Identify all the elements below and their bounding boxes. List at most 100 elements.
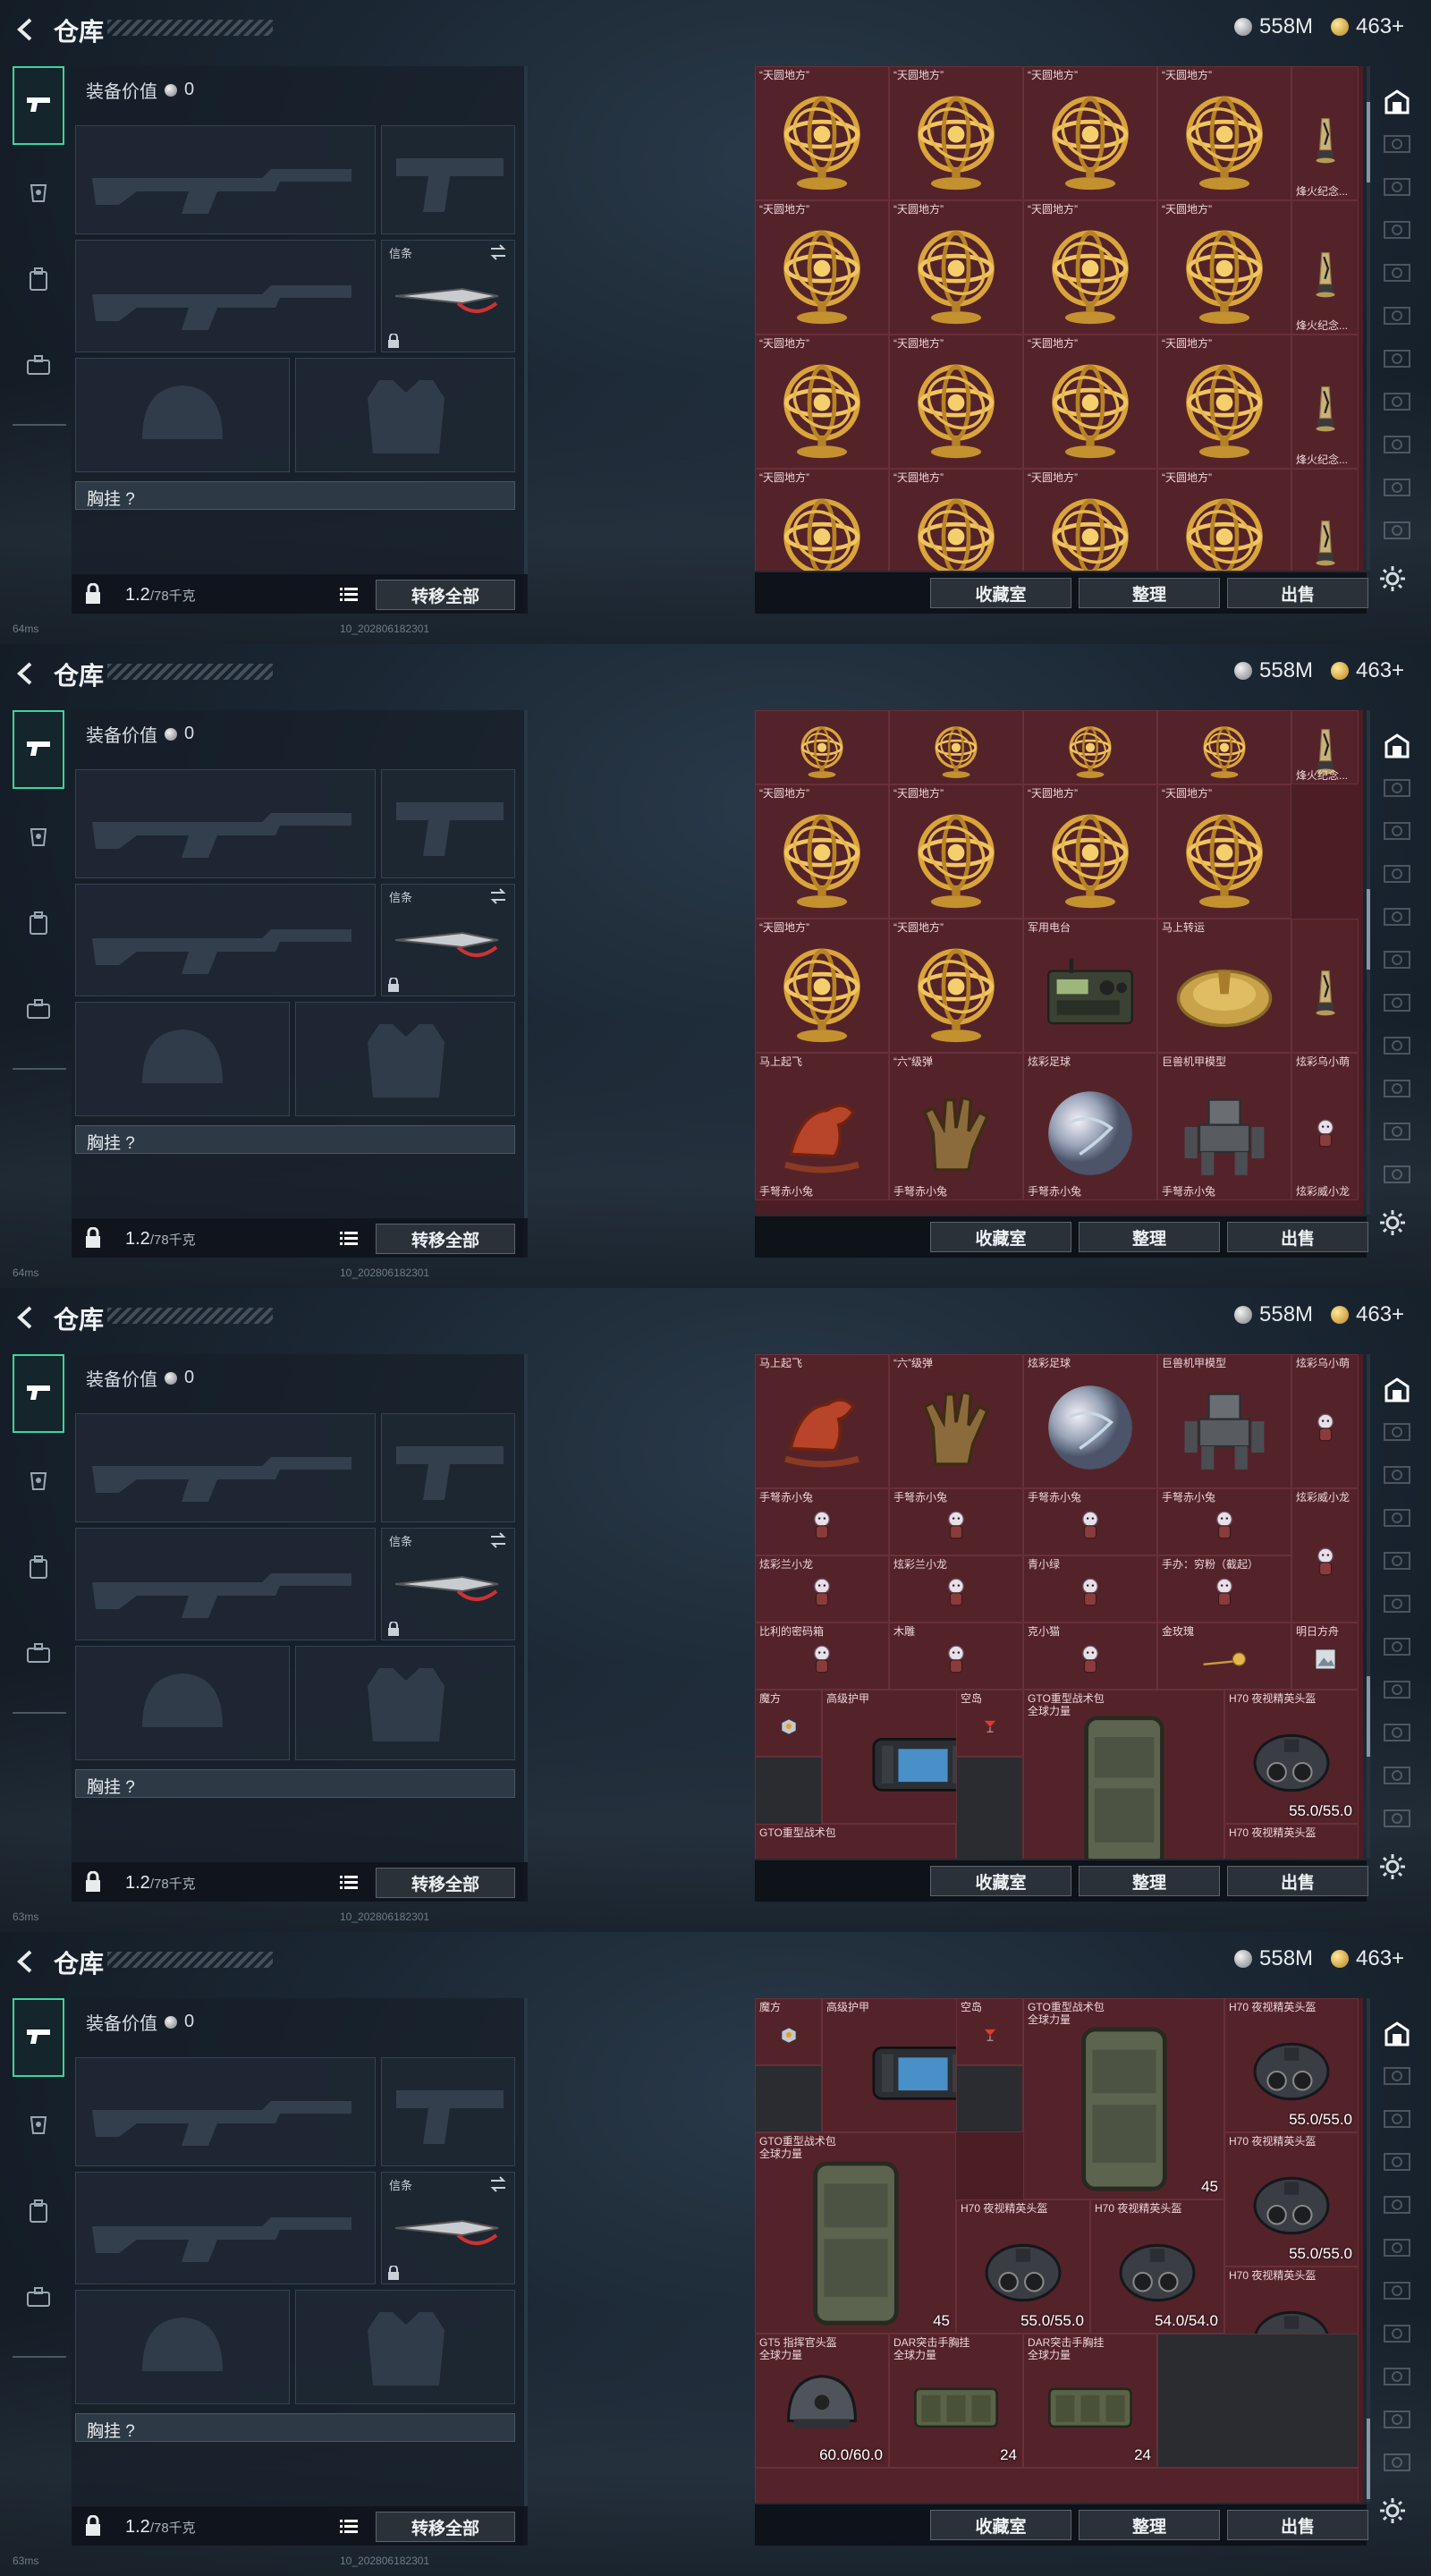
- storage-page-icon[interactable]: [1383, 1422, 1411, 1444]
- item-slot[interactable]: “天圆地方”: [755, 200, 889, 335]
- item-slot[interactable]: 炫彩威小龙: [1291, 1488, 1359, 1623]
- item-slot[interactable]: [755, 710, 889, 784]
- item-slot[interactable]: 马上起飞 手弩赤小兔: [755, 1052, 889, 1200]
- item-slot[interactable]: “天圆地方”: [1023, 335, 1157, 469]
- storage-page-icon[interactable]: [1383, 2152, 1411, 2174]
- storage-page-icon[interactable]: [1383, 1766, 1411, 1787]
- item-slot[interactable]: 木雕: [889, 1623, 1023, 1690]
- storage-page-icon[interactable]: [1383, 349, 1411, 370]
- item-slot[interactable]: GTO重型战术包 全球力量 45: [755, 2132, 956, 2334]
- storage-page-icon[interactable]: [1383, 1723, 1411, 1744]
- item-slot[interactable]: “天圆地方”: [1023, 784, 1157, 919]
- helmet-slot[interactable]: [75, 1646, 290, 1760]
- item-slot[interactable]: GT5 指挥官头盔 全球力量 60.0/60.0: [755, 2334, 889, 2468]
- item-slot[interactable]: 炫彩乌小萌: [1291, 1354, 1359, 1488]
- storage-page-icon[interactable]: [1383, 263, 1411, 284]
- body-armor-slot[interactable]: [295, 1002, 515, 1116]
- chest-rig-slot[interactable]: 胸挂 ?: [75, 2413, 515, 2442]
- item-slot[interactable]: H70 夜视精英头盔 55.0/55.0: [956, 2199, 1090, 2334]
- item-slot[interactable]: “天圆地方”: [755, 66, 889, 200]
- sort-button[interactable]: 整理: [1079, 2510, 1220, 2540]
- tab-backpack[interactable]: [13, 242, 64, 320]
- collection-button[interactable]: 收藏室: [930, 1866, 1071, 1896]
- back-arrow-icon[interactable]: [13, 1304, 39, 1331]
- item-slot[interactable]: “六”级弹: [889, 1354, 1023, 1488]
- storage-page-icon[interactable]: [1383, 220, 1411, 242]
- item-slot[interactable]: 炫彩足球: [1023, 1354, 1157, 1488]
- back-arrow-icon[interactable]: [13, 16, 39, 43]
- item-slot[interactable]: 烽火纪念...: [1291, 66, 1359, 200]
- storage-page-icon[interactable]: [1383, 1036, 1411, 1057]
- tab-backpack[interactable]: [13, 886, 64, 964]
- body-armor-slot[interactable]: [295, 2290, 515, 2404]
- transfer-all-button[interactable]: 转移全部: [376, 580, 515, 610]
- sort-button[interactable]: 整理: [1079, 578, 1220, 608]
- collection-button[interactable]: 收藏室: [930, 578, 1071, 608]
- item-slot[interactable]: 军用电台: [1023, 918, 1157, 1053]
- sell-button[interactable]: 出售: [1227, 578, 1368, 608]
- tab-armor[interactable]: [13, 2088, 64, 2166]
- item-slot[interactable]: “天圆地方”: [1023, 66, 1157, 200]
- item-slot[interactable]: 巨兽机甲模型 手弩赤小兔: [1157, 1052, 1291, 1200]
- item-slot[interactable]: 手弩赤小兔: [889, 1488, 1023, 1555]
- tab-weapons[interactable]: [13, 66, 64, 145]
- storage-page-icon[interactable]: [1383, 1165, 1411, 1186]
- item-slot[interactable]: H70 夜视精英头盔 55.0/55.0: [1224, 2132, 1359, 2267]
- item-slot[interactable]: [1291, 918, 1359, 1053]
- item-slot[interactable]: “天圆地方”: [1157, 335, 1291, 469]
- storage-page-icon[interactable]: [1383, 1809, 1411, 1830]
- item-slot[interactable]: 烽火纪念...: [1291, 710, 1359, 784]
- storage-page-icon[interactable]: [1383, 1122, 1411, 1143]
- primary-weapon-slot[interactable]: [75, 2057, 376, 2166]
- melee-weapon-slot[interactable]: 信条: [381, 2172, 515, 2284]
- storage-page-icon[interactable]: [1383, 177, 1411, 199]
- grid-scrollbar[interactable]: [1367, 1998, 1370, 2503]
- storage-page-icon[interactable]: [1383, 1594, 1411, 1615]
- secondary-weapon-slot[interactable]: [381, 2057, 515, 2166]
- storage-page-icon[interactable]: [1383, 2238, 1411, 2259]
- storage-page-icon[interactable]: [1383, 1079, 1411, 1100]
- second-primary-slot[interactable]: [75, 2172, 376, 2284]
- sort-button[interactable]: 整理: [1079, 1866, 1220, 1896]
- storage-page-icon[interactable]: [1383, 1680, 1411, 1701]
- item-slot[interactable]: 手弩赤小兔: [1023, 1488, 1157, 1555]
- swap-icon[interactable]: [489, 244, 507, 260]
- tab-armor[interactable]: [13, 156, 64, 234]
- second-primary-slot[interactable]: [75, 240, 376, 352]
- item-slot[interactable]: GTO重型战术包 全球力量: [1023, 1690, 1224, 1859]
- item-slot[interactable]: 手弩赤小兔: [1157, 1488, 1291, 1555]
- storage-page-icon[interactable]: [1383, 2066, 1411, 2088]
- transfer-all-button[interactable]: 转移全部: [376, 2512, 515, 2542]
- item-slot[interactable]: “天圆地方”: [1157, 469, 1291, 571]
- item-slot[interactable]: [755, 2468, 1359, 2503]
- item-slot[interactable]: “天圆地方”: [755, 918, 889, 1053]
- melee-weapon-slot[interactable]: 信条: [381, 884, 515, 996]
- item-slot[interactable]: 手弩赤小兔: [755, 1488, 889, 1555]
- item-slot[interactable]: 炫彩兰小龙: [755, 1555, 889, 1623]
- collection-button[interactable]: 收藏室: [930, 2510, 1071, 2540]
- settings-icon[interactable]: [1377, 564, 1408, 594]
- collection-button[interactable]: 收藏室: [930, 1222, 1071, 1252]
- swap-icon[interactable]: [489, 888, 507, 904]
- item-slot[interactable]: 炫彩乌小萌 炫彩威小龙: [1291, 1052, 1359, 1200]
- settings-icon[interactable]: [1377, 1852, 1408, 1882]
- item-slot[interactable]: DAR突击手胸挂 全球力量 24: [1023, 2334, 1157, 2468]
- grid-scrollbar[interactable]: [1367, 66, 1370, 571]
- item-slot[interactable]: 魔方: [755, 1998, 822, 2065]
- tab-case[interactable]: [13, 1615, 64, 1694]
- list-icon[interactable]: [340, 1231, 358, 1245]
- tab-case[interactable]: [13, 971, 64, 1050]
- item-slot[interactable]: 比利的密码箱: [755, 1623, 889, 1690]
- tab-weapons[interactable]: [13, 1354, 64, 1433]
- melee-weapon-slot[interactable]: 信条: [381, 240, 515, 352]
- list-icon[interactable]: [340, 587, 358, 601]
- back-arrow-icon[interactable]: [13, 1948, 39, 1975]
- transfer-all-button[interactable]: 转移全部: [376, 1868, 515, 1898]
- storage-page-icon[interactable]: [1383, 392, 1411, 413]
- scroll-thumb[interactable]: [1367, 889, 1370, 970]
- sell-button[interactable]: 出售: [1227, 1222, 1368, 1252]
- primary-weapon-slot[interactable]: [75, 125, 376, 234]
- tab-weapons[interactable]: [13, 1998, 64, 2077]
- sort-button[interactable]: 整理: [1079, 1222, 1220, 1252]
- item-slot[interactable]: [1157, 710, 1291, 784]
